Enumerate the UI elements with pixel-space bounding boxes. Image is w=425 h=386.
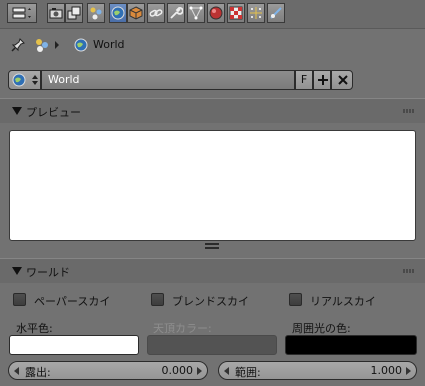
tab-render[interactable] [47,3,65,23]
panel-drag-grip-icon[interactable] [403,269,415,273]
collapse-triangle-icon [12,107,22,115]
preview-panel-header[interactable]: プレビュー [0,98,425,123]
tab-constraints[interactable] [147,3,165,23]
world-icon [12,73,26,87]
paper-sky-checkbox[interactable] [13,293,26,306]
exposure-label: 露出: [25,366,51,379]
properties-header [0,0,425,29]
tab-physics[interactable] [267,3,285,23]
render-camera-icon [49,8,63,19]
range-label: 範囲: [235,366,261,379]
tab-particles[interactable] [247,3,265,23]
panel-drag-grip-icon[interactable] [403,109,415,113]
particles-icon [250,7,262,19]
decrement-arrow-icon[interactable] [224,367,229,375]
world-browse-button[interactable] [8,70,41,90]
plus-icon [318,75,328,85]
tab-render-layers[interactable] [65,3,83,23]
render-layers-icon [67,6,81,20]
modifiers-wrench-icon [170,7,183,19]
tab-object-data[interactable] [187,3,205,23]
decrement-arrow-icon[interactable] [14,367,19,375]
world-preview [9,130,416,241]
range-field[interactable]: 範囲: 1.000 [218,361,417,380]
zenith-color-label: 天頂カラー: [153,322,212,335]
world-panel-header[interactable]: ワールド [0,258,425,283]
close-icon [338,75,348,85]
world-icon [111,6,125,20]
ambient-color-label: 周囲光の色: [292,322,351,335]
up-down-arrows-icon [32,75,38,85]
world-name-field[interactable]: World [41,70,295,90]
editor-type-icon [12,7,31,19]
texture-icon [229,6,243,20]
exposure-field[interactable]: 露出: 0.000 [8,361,208,380]
real-sky-label: リアルスカイ [310,295,376,308]
constraints-icon [149,9,163,17]
tab-material[interactable] [207,3,225,23]
tab-modifiers[interactable] [167,3,185,23]
tab-object[interactable] [127,3,145,23]
editor-type-button[interactable] [7,3,37,23]
tab-scene[interactable] [87,3,105,23]
scene-icon [90,7,102,20]
blend-sky-checkbox[interactable] [151,293,164,306]
new-world-button[interactable] [313,70,331,90]
blend-sky-label: ブレンドスカイ [172,295,249,308]
real-sky-checkbox[interactable] [289,293,302,306]
increment-arrow-icon[interactable] [406,367,411,375]
paper-sky-label: ペーパースカイ [34,295,111,308]
breadcrumb: World [0,30,425,60]
preview-resize-handle[interactable] [205,243,219,249]
zenith-color-swatch [147,335,277,355]
pin-icon[interactable] [11,38,25,52]
material-icon [209,6,223,20]
object-icon [129,6,143,20]
tab-texture[interactable] [227,3,245,23]
range-value: 1.000 [370,364,403,377]
exposure-value: 0.000 [161,364,194,377]
scene-icon [36,39,48,52]
breadcrumb-separator-icon [55,41,59,49]
increment-arrow-icon[interactable] [197,367,202,375]
horizon-color-label: 水平色: [16,322,53,335]
fake-user-button[interactable]: F [295,70,313,90]
tab-world[interactable] [109,3,127,23]
ambient-color-swatch[interactable] [285,335,417,355]
breadcrumb-world-label: World [93,38,125,51]
preview-panel-title: プレビュー [26,106,81,119]
horizon-color-swatch[interactable] [9,335,139,355]
object-data-vertices-icon [189,6,203,20]
unlink-world-button[interactable] [331,70,353,90]
physics-icon [270,7,282,19]
collapse-triangle-icon [12,267,22,275]
world-icon [74,38,88,52]
world-panel-title: ワールド [26,266,70,279]
